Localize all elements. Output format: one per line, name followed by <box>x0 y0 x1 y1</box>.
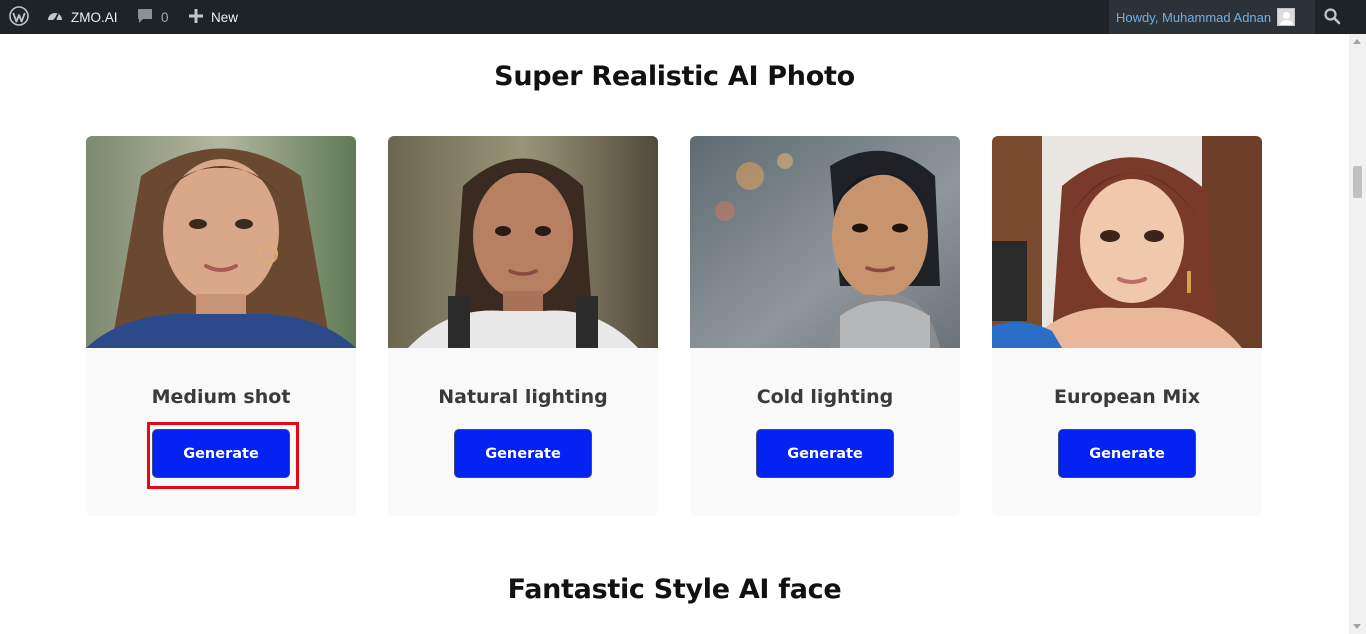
card-title: European Mix <box>1053 386 1201 408</box>
comment-icon <box>136 7 154 28</box>
section-title-fantastic: Fantastic Style AI face <box>507 574 842 605</box>
highlight-box <box>147 422 299 489</box>
card-title: Natural lighting <box>438 386 608 408</box>
dashboard-icon <box>46 7 64 28</box>
comments-link[interactable]: 0 <box>136 0 169 34</box>
search-button[interactable] <box>1315 0 1349 34</box>
wordpress-menu[interactable] <box>6 0 32 34</box>
card-title: Cold lighting <box>756 386 894 408</box>
vertical-scrollbar[interactable] <box>1349 34 1366 634</box>
search-icon <box>1323 7 1341 28</box>
new-content-link[interactable]: New <box>188 0 238 34</box>
section-title-realistic: Super Realistic AI Photo <box>494 61 855 92</box>
greeting-text: Howdy, Muhammad Adnan <box>1116 9 1272 25</box>
portrait-image <box>86 136 356 348</box>
style-card-european-mix: European Mix Generate <box>992 136 1262 516</box>
portrait-image <box>690 136 960 348</box>
my-account-link[interactable]: Howdy, Muhammad Adnan <box>1109 0 1315 34</box>
admin-bar: ZMO.AI 0 New Howdy, Muhammad Adnan <box>0 0 1366 34</box>
generate-button[interactable]: Generate <box>454 429 592 478</box>
scrollbar-thumb[interactable] <box>1353 166 1362 198</box>
comments-count: 0 <box>161 9 169 25</box>
generate-button[interactable]: Generate <box>1058 429 1196 478</box>
scroll-up-arrow-icon[interactable] <box>1353 39 1361 44</box>
portrait-image <box>388 136 658 348</box>
scroll-down-arrow-icon[interactable] <box>1353 624 1361 629</box>
site-name: ZMO.AI <box>71 9 118 25</box>
card-title: Medium shot <box>151 386 291 408</box>
generate-button[interactable]: Generate <box>756 429 894 478</box>
portrait-image <box>992 136 1262 348</box>
new-label: New <box>211 9 239 25</box>
wordpress-logo-icon <box>9 5 29 29</box>
style-card-natural-lighting: Natural lighting Generate <box>388 136 658 516</box>
style-card-cold-lighting: Cold lighting Generate <box>690 136 960 516</box>
avatar <box>1277 8 1296 26</box>
site-name-link[interactable]: ZMO.AI <box>46 0 118 34</box>
plus-icon <box>188 8 204 27</box>
